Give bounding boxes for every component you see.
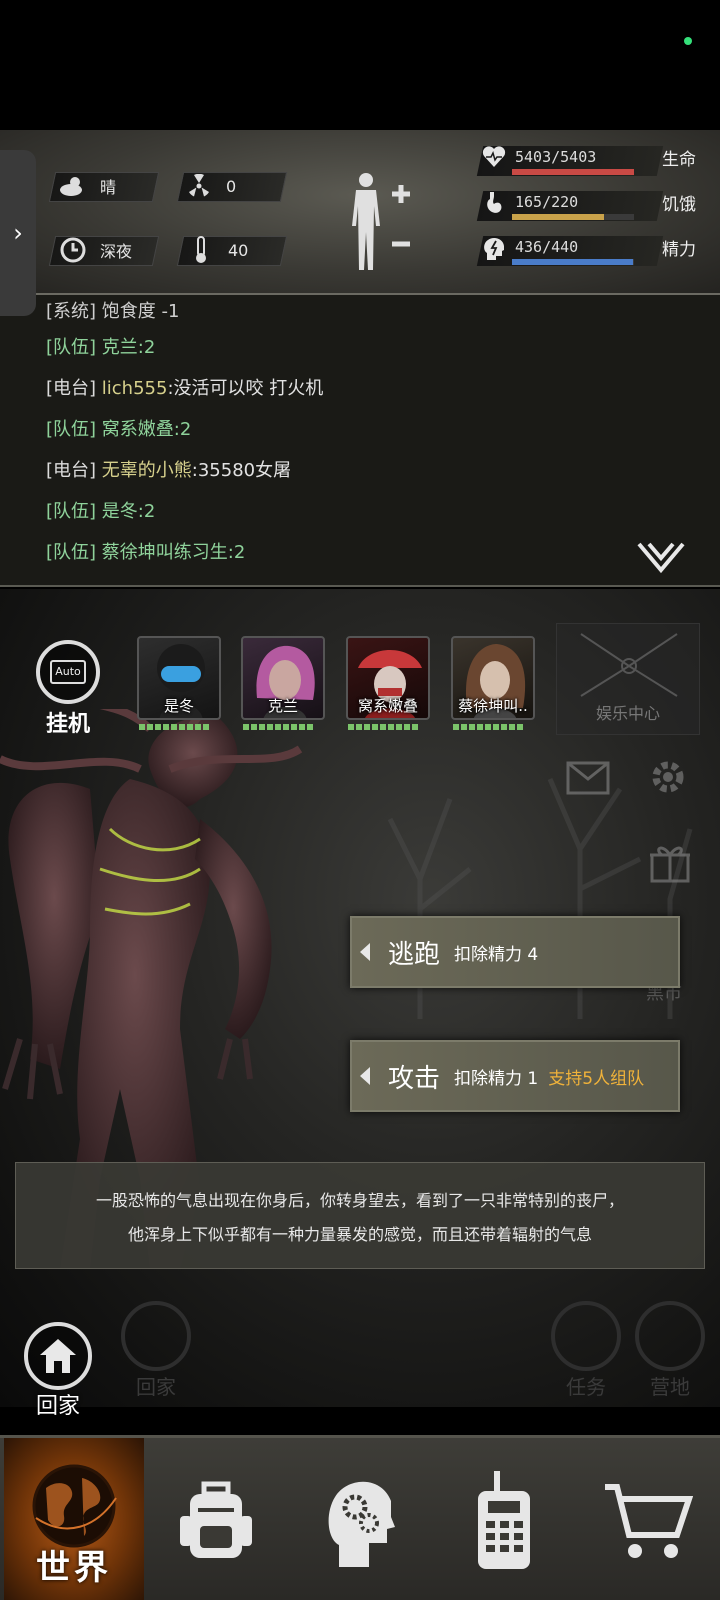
nav-radio[interactable] (432, 1438, 576, 1600)
backpack-icon (180, 1481, 252, 1558)
chevron-right-icon: › (13, 219, 23, 247)
camp-button: 营地 (630, 1301, 710, 1400)
gear-icon[interactable] (646, 755, 690, 809)
house-icon (40, 1339, 76, 1373)
nav-shop[interactable] (576, 1438, 720, 1600)
gift-icon[interactable] (648, 839, 692, 893)
chat-line: [队伍] 是冬:2 (46, 501, 156, 522)
team-member[interactable]: 窝系嫩叠 (346, 636, 430, 734)
stats-panel: 晴 0 深夜 40 5403/5403 生命 165/220 饥饿 436/44… (0, 130, 720, 295)
temperature-stat: 40 (186, 235, 248, 265)
walkie-talkie-icon (478, 1470, 530, 1569)
heart-icon (480, 146, 508, 174)
home-button[interactable]: 回家 (20, 1322, 96, 1422)
vital-health: 5403/5403 生命 (476, 142, 710, 182)
mail-icon[interactable] (566, 759, 610, 805)
flee-button[interactable]: 逃跑 扣除精力 4 (350, 916, 680, 988)
chat-line: [电台] 无辜的小熊:35580女屠 (46, 460, 292, 481)
bottom-nav: 世界 (0, 1435, 720, 1600)
nav-skills[interactable] (288, 1438, 432, 1600)
brain-icon (480, 236, 508, 264)
thermometer-icon (186, 235, 216, 265)
encounter-narration: 一股恐怖的气息出现在你身后，你转身望去，看到了一只非常特别的丧尸， 他浑身上下似… (15, 1162, 705, 1269)
stomach-icon (480, 191, 508, 219)
body-status-button[interactable] (346, 170, 418, 274)
side-drawer-tab[interactable]: › (0, 150, 36, 316)
member-hp-bar (451, 724, 535, 730)
cloud-sun-icon (58, 171, 88, 201)
chat-line: [队伍] 克兰:2 (46, 337, 156, 358)
arrow-left-icon (360, 1067, 370, 1085)
avatar: 是冬 (137, 636, 221, 720)
vital-energy: 436/440 精力 (476, 232, 710, 272)
team-member[interactable]: 蔡徐坤叫.. (451, 636, 535, 734)
avatar: 窝系嫩叠 (346, 636, 430, 720)
vital-hunger: 165/220 饥饿 (476, 187, 710, 227)
map-icon (580, 633, 678, 697)
chat-line: [电台] lich555:没活可以咬 打火机 (46, 378, 324, 399)
weather-stat: 晴 (58, 171, 116, 201)
shopping-cart-icon (605, 1483, 693, 1558)
member-hp-bar (346, 724, 430, 730)
nav-world[interactable]: 世界 (4, 1438, 144, 1600)
head-gears-icon (328, 1481, 395, 1567)
laptop-icon: Auto (50, 660, 86, 684)
home-ghost-button: 回家 (116, 1301, 196, 1400)
team-member[interactable]: 克兰 (241, 636, 325, 734)
status-indicator (684, 37, 692, 45)
clock-icon (58, 235, 88, 265)
attack-button[interactable]: 攻击 扣除精力 1 支持5人组队 (350, 1040, 680, 1112)
chat-line: [队伍] 窝系嫩叠:2 (46, 419, 192, 440)
time-stat: 深夜 (58, 235, 132, 265)
chat-line-partial: [系统] 饱食度 -1 (46, 301, 180, 322)
chevron-double-down-icon[interactable] (636, 540, 686, 576)
hunger-bar-fill (512, 214, 604, 220)
auto-idle-button[interactable]: Auto 挂机 (28, 640, 108, 737)
arrow-left-icon (360, 943, 370, 961)
energy-bar-fill (512, 259, 633, 265)
member-hp-bar (241, 724, 325, 730)
entertainment-center-button[interactable]: 娱乐中心 (556, 623, 700, 735)
avatar: 蔡徐坤叫.. (451, 636, 535, 720)
nav-backpack[interactable] (144, 1438, 288, 1600)
body-figure-icon (352, 173, 410, 270)
chat-log[interactable]: [系统] 饱食度 -1 [队伍] 克兰:2 [电台] lich555:没活可以咬… (0, 295, 720, 587)
avatar: 克兰 (241, 636, 325, 720)
radiation-icon (184, 171, 214, 201)
radiation-stat: 0 (184, 171, 236, 201)
task-button: 任务 (546, 1301, 626, 1400)
health-bar-fill (512, 169, 634, 175)
member-hp-bar (137, 724, 221, 730)
team-member[interactable]: 是冬 (137, 636, 221, 734)
chat-line: [队伍] 蔡徐坤叫练习生:2 (46, 542, 246, 563)
